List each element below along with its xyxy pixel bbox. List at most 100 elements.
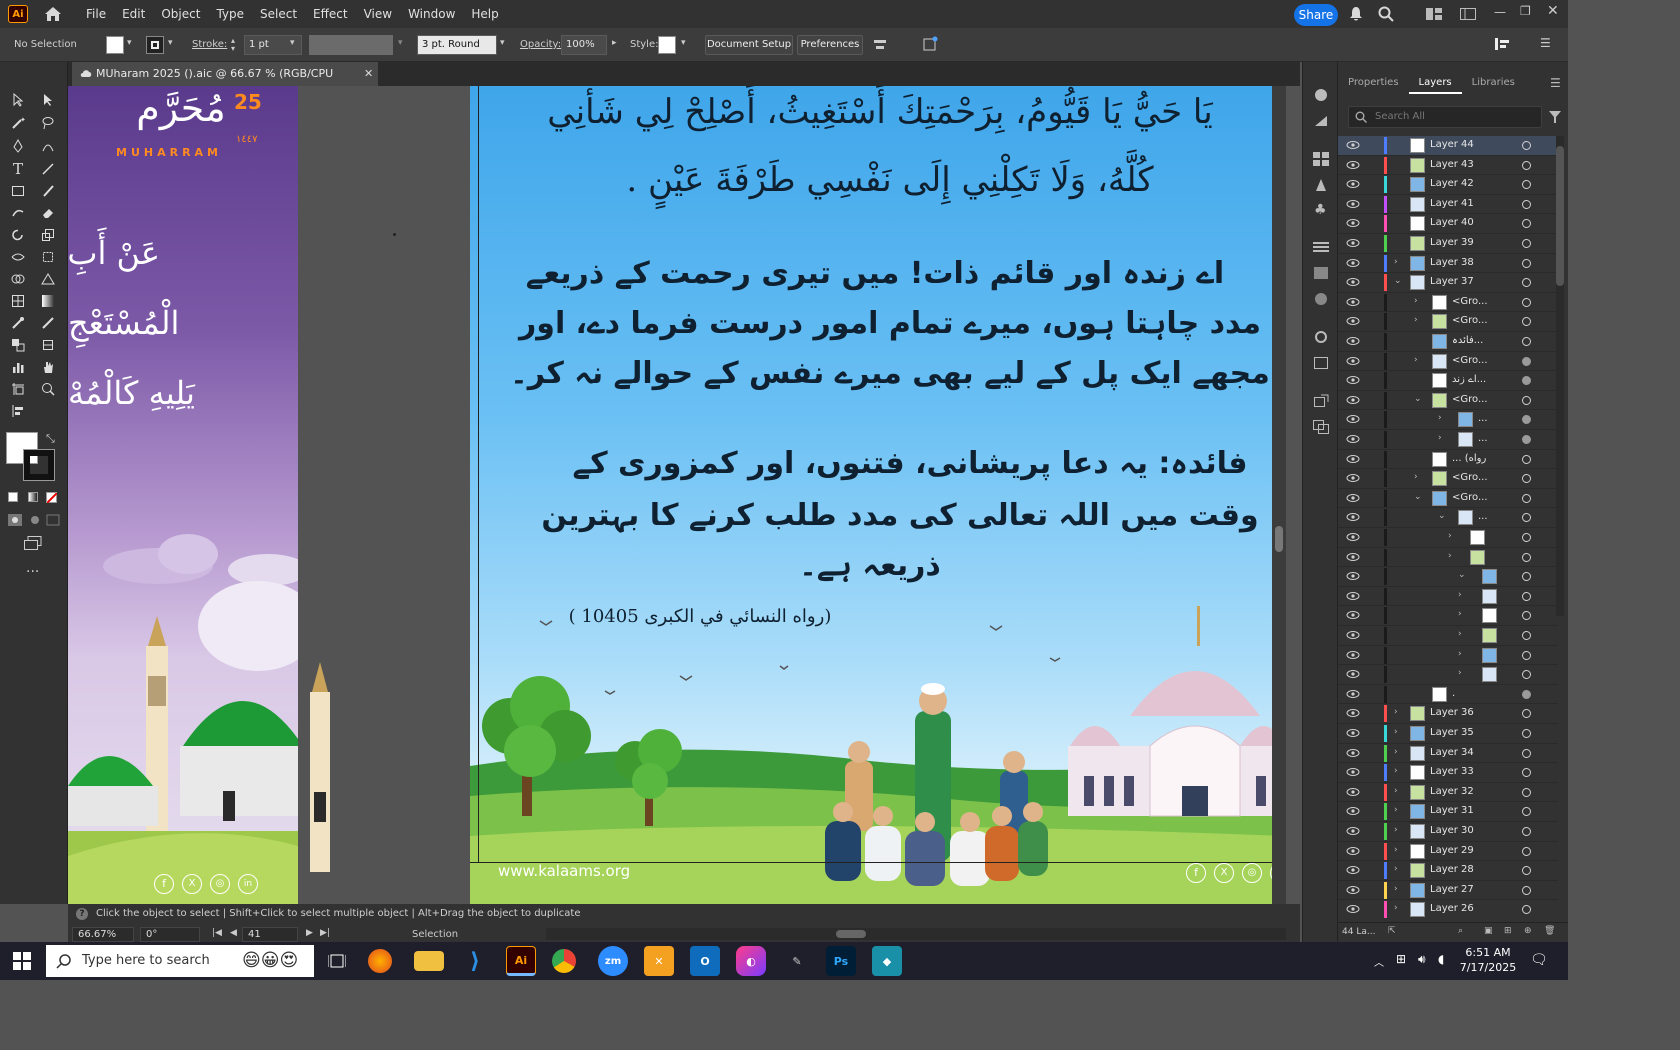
layer-row[interactable]: Layer 39 (1338, 234, 1558, 254)
target-indicator[interactable] (1522, 768, 1531, 778)
firefox-icon[interactable] (368, 949, 392, 973)
visibility-eye-icon[interactable] (1346, 610, 1360, 620)
panel-menu-icon[interactable]: ☰ (1550, 76, 1561, 90)
layer-name[interactable]: Layer 34 (1430, 747, 1474, 758)
target-indicator[interactable] (1522, 337, 1531, 346)
layer-row[interactable]: › Layer 36 (1338, 704, 1558, 724)
instagram-icon[interactable]: ◎ (1242, 863, 1262, 883)
layer-name[interactable]: Layer 37 (1430, 276, 1474, 287)
target-indicator[interactable] (1522, 552, 1531, 562)
next-artboard-icon[interactable]: ▶ (306, 928, 313, 938)
menu-window[interactable]: Window (400, 0, 463, 28)
first-artboard-icon[interactable]: |◀ (212, 928, 222, 938)
target-indicator[interactable] (1522, 297, 1531, 307)
target-indicator[interactable] (1522, 729, 1531, 738)
visibility-eye-icon[interactable] (1346, 571, 1360, 581)
facebook-icon[interactable]: f (154, 874, 174, 894)
layer-row[interactable]: › (1338, 548, 1558, 568)
visibility-eye-icon[interactable] (1346, 748, 1360, 758)
target-indicator[interactable] (1522, 650, 1531, 660)
target-indicator[interactable] (1522, 199, 1531, 209)
chevron-right-icon[interactable]: › (1394, 884, 1398, 894)
layer-name[interactable]: Layer 32 (1430, 786, 1474, 797)
measure-tool-icon[interactable] (38, 313, 58, 333)
layer-row[interactable]: Layer 43 (1338, 156, 1558, 176)
chevron-right-icon[interactable]: › (1458, 590, 1462, 600)
chevron-right-icon[interactable]: › (1414, 296, 1418, 306)
file-explorer-icon[interactable] (414, 951, 444, 971)
stray-point[interactable] (393, 233, 396, 236)
layer-name[interactable]: <Gro... (1452, 394, 1488, 405)
graphic-style-swatch[interactable] (658, 36, 676, 54)
target-indicator[interactable] (1522, 258, 1531, 268)
target-indicator[interactable] (1522, 454, 1531, 464)
visibility-eye-icon[interactable] (1346, 199, 1360, 209)
layer-name[interactable]: Layer 41 (1430, 198, 1474, 209)
new-sublayer-icon[interactable]: ⊞ (1504, 926, 1512, 936)
opacity-label[interactable]: Opacity: (520, 39, 561, 50)
chevron-right-icon[interactable]: › (1448, 531, 1452, 541)
artboard-main[interactable]: يَا حَيُّ يَا قَيُّومُ، بِرَحْمَتِكَ أَس… (470, 86, 1284, 904)
visibility-eye-icon[interactable] (1346, 277, 1360, 287)
visibility-eye-icon[interactable] (1346, 414, 1360, 424)
layer-row[interactable]: › Layer 34 (1338, 744, 1558, 764)
layer-row[interactable]: › (1338, 646, 1558, 666)
magic-wand-icon[interactable]: ✦ (8, 113, 28, 133)
rectangle-tool-icon[interactable] (8, 181, 28, 201)
layer-row[interactable]: ⌄ <Gro... (1338, 391, 1558, 411)
draw-behind-icon[interactable] (28, 514, 42, 526)
layer-name[interactable]: Layer 35 (1430, 727, 1474, 738)
target-indicator[interactable] (1522, 356, 1531, 366)
chevron-right-icon[interactable]: › (1394, 845, 1398, 855)
draw-normal-icon[interactable] (8, 514, 22, 526)
windows-start-icon[interactable] (0, 942, 44, 980)
creative-cloud-icon[interactable]: ◐ (736, 946, 766, 976)
slice-tool-icon[interactable] (38, 335, 58, 355)
layer-name[interactable]: <Gro... (1452, 355, 1488, 366)
layer-row[interactable]: ›... (1338, 410, 1558, 430)
layer-row[interactable]: › (1338, 606, 1558, 626)
layer-name[interactable]: Layer 31 (1430, 805, 1474, 816)
target-indicator[interactable] (1522, 611, 1531, 621)
menu-help[interactable]: Help (463, 0, 506, 28)
stroke-panel-icon[interactable] (1313, 240, 1329, 254)
transparency-icon[interactable] (1313, 292, 1329, 306)
layer-name[interactable]: Layer 30 (1430, 825, 1474, 836)
stroke-stepper[interactable]: ▴ ▾ (231, 37, 235, 53)
chevron-down-icon[interactable]: ⌄ (1414, 492, 1422, 502)
visibility-eye-icon[interactable] (1346, 865, 1360, 875)
type-tool-icon[interactable]: T (8, 159, 28, 179)
scrollbar-thumb[interactable] (1556, 146, 1564, 286)
chevron-right-icon[interactable]: › (1394, 766, 1398, 776)
target-indicator[interactable] (1522, 807, 1531, 817)
arrange-documents-icon[interactable] (1426, 8, 1442, 20)
blend-tool-icon[interactable] (8, 335, 28, 355)
chevron-down-icon[interactable]: ⌄ (1414, 394, 1422, 404)
chevron-up-icon[interactable]: ︿ (1374, 954, 1384, 969)
zoom-app-icon[interactable]: zm (598, 946, 628, 976)
layer-name[interactable]: فائدہ... (1452, 335, 1483, 346)
layer-name[interactable]: Layer 36 (1430, 707, 1474, 718)
chevron-right-icon[interactable]: › (1394, 707, 1398, 717)
chevron-right-icon[interactable]: › (1448, 551, 1452, 561)
layer-row[interactable]: › Layer 30 (1338, 822, 1558, 842)
target-indicator[interactable] (1522, 748, 1531, 758)
chevron-down-icon[interactable]: ▾ (290, 38, 295, 48)
bell-icon[interactable] (1348, 6, 1364, 22)
app-logo[interactable]: Ai (8, 5, 28, 23)
visibility-eye-icon[interactable] (1346, 846, 1360, 856)
panel-options-icon[interactable] (1494, 36, 1510, 52)
visibility-eye-icon[interactable] (1346, 258, 1360, 268)
target-indicator[interactable] (1522, 474, 1531, 484)
layer-row[interactable]: ⌄ <Gro... (1338, 489, 1558, 509)
visibility-eye-icon[interactable] (1346, 728, 1360, 738)
chevron-right-icon[interactable]: › (1394, 903, 1398, 913)
visibility-eye-icon[interactable] (1346, 689, 1360, 699)
layer-name[interactable]: Layer 33 (1430, 766, 1474, 777)
chevron-right-icon[interactable]: › (1394, 747, 1398, 757)
target-indicator[interactable] (1522, 278, 1531, 288)
scrollbar-thumb[interactable] (836, 930, 866, 938)
layer-row[interactable]: ›... (1338, 430, 1558, 450)
layer-row[interactable]: › Layer 31 (1338, 802, 1558, 822)
menu-view[interactable]: View (356, 0, 400, 28)
